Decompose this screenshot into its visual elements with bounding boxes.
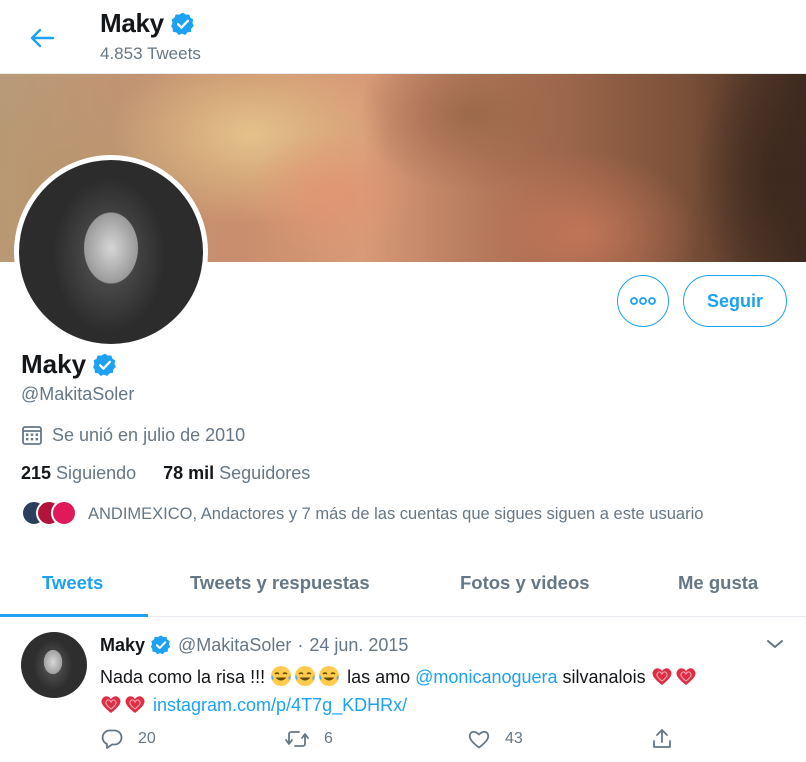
- tweet-date[interactable]: 24 jun. 2015: [309, 635, 408, 656]
- verified-badge-icon: [150, 634, 172, 656]
- followers-count: 78 mil: [163, 463, 215, 483]
- laughing-tears-emoji: [271, 666, 292, 686]
- separator: ·: [297, 634, 304, 655]
- tweet-text-part: las amo: [347, 667, 411, 687]
- avatar-image: [19, 160, 203, 344]
- tweet-menu-button[interactable]: [763, 632, 787, 656]
- tab-media[interactable]: Fotos y videos: [460, 550, 590, 616]
- known-followers-avatars: [21, 500, 77, 528]
- followers-label: Seguidores: [219, 463, 311, 483]
- verified-badge-icon: [170, 11, 196, 37]
- red-heart-emoji: [125, 696, 145, 713]
- reply-icon: [101, 729, 123, 749]
- follow-button[interactable]: Seguir: [683, 275, 787, 327]
- tweet-text: Nada como la risa !!! las amo @monicanog…: [100, 663, 790, 719]
- following-link[interactable]: 215 Siguiendo: [21, 463, 136, 484]
- chevron-down-icon: [767, 640, 783, 648]
- like-icon: [468, 730, 490, 749]
- tweet-count: 4.853 Tweets: [100, 44, 201, 63]
- followers-link[interactable]: 78 mil Seguidores: [163, 463, 310, 484]
- share-icon: [653, 729, 671, 748]
- reply-count: 20: [138, 730, 156, 747]
- red-heart-emoji: [101, 696, 121, 713]
- profile-name: Maky: [21, 349, 87, 379]
- avatar: [51, 500, 77, 526]
- more-options-button[interactable]: [617, 275, 669, 327]
- tweet-link[interactable]: instagram.com/p/4T7g_KDHRx/: [153, 695, 407, 715]
- active-tab-indicator: [0, 614, 148, 617]
- tweet-handle[interactable]: @MakitaSoler: [178, 635, 291, 656]
- profile-tabs: Tweets Tweets y respuestas Fotos y video…: [0, 550, 806, 617]
- following-label: Siguiendo: [56, 463, 137, 483]
- like-count: 43: [505, 730, 523, 747]
- laughing-tears-emoji: [295, 666, 316, 686]
- red-heart-emoji: [652, 668, 672, 685]
- header-name: Maky: [100, 8, 164, 38]
- follow-stats: 215 Siguiendo 78 mil Seguidores: [21, 463, 337, 484]
- tweet-author-name[interactable]: Maky: [100, 635, 145, 656]
- known-followers-text: ANDIMEXICO, Andactores y 7 más de las cu…: [88, 504, 704, 523]
- red-heart-emoji: [676, 668, 696, 685]
- header-title: Maky: [100, 8, 196, 39]
- reply-button[interactable]: 20: [100, 727, 156, 751]
- tab-tweets-replies[interactable]: Tweets y respuestas: [190, 550, 370, 616]
- tweet[interactable]: Maky @MakitaSoler · 24 jun. 2015 Nada co…: [0, 618, 806, 762]
- top-bar: Maky 4.853 Tweets: [0, 0, 806, 74]
- mention-link[interactable]: @monicanoguera: [415, 667, 557, 687]
- profile-handle: @MakitaSoler: [21, 384, 135, 404]
- following-count: 215: [21, 463, 52, 483]
- like-button[interactable]: 43: [467, 727, 523, 751]
- joined-text: Se unió en julio de 2010: [52, 424, 246, 445]
- retweet-icon: [285, 731, 309, 747]
- share-button[interactable]: [650, 727, 674, 751]
- retweet-button[interactable]: 6: [284, 727, 333, 751]
- back-button[interactable]: [22, 20, 62, 56]
- tweet-header: Maky @MakitaSoler · 24 jun. 2015: [100, 634, 408, 656]
- more-options-icon: [630, 297, 656, 305]
- known-followers[interactable]: ANDIMEXICO, Andactores y 7 más de las cu…: [21, 499, 703, 529]
- arrow-left-icon: [30, 28, 55, 48]
- tab-likes[interactable]: Me gusta: [678, 550, 758, 616]
- tweet-text-part: Nada como la risa !!!: [100, 667, 266, 687]
- joined-date: Se unió en julio de 2010: [21, 424, 245, 446]
- tweet-text-part: silvanalois: [562, 667, 646, 687]
- tweet-actions: 20 6 43: [100, 727, 680, 753]
- calendar-icon: [21, 424, 43, 446]
- tab-tweets[interactable]: Tweets: [42, 550, 103, 616]
- profile-avatar[interactable]: [14, 155, 208, 349]
- profile-name-row: Maky: [21, 349, 118, 380]
- avatar[interactable]: [21, 632, 87, 698]
- retweet-count: 6: [324, 730, 333, 747]
- laughing-tears-emoji: [319, 666, 340, 686]
- verified-badge-icon: [92, 352, 118, 378]
